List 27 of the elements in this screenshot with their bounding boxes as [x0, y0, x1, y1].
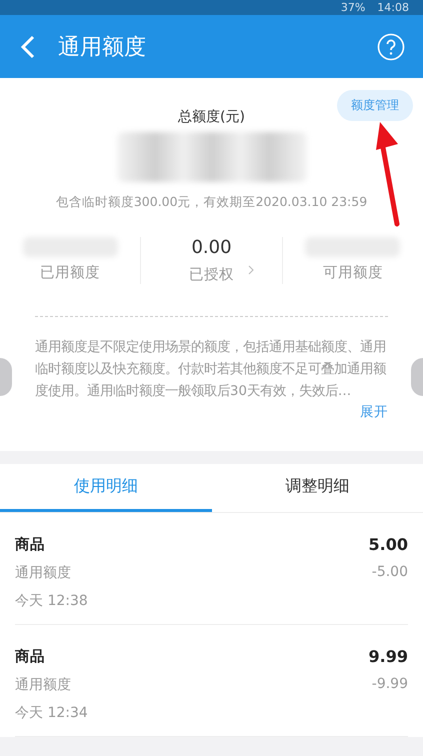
stat-value: 0.00 — [191, 237, 232, 259]
record-amount: 9.99 — [368, 647, 408, 666]
record-time: 今天 12:38 — [15, 592, 89, 610]
record-change: -5.00 — [370, 564, 408, 582]
record-change: -9.99 — [370, 676, 408, 694]
total-label: 总额度(元) — [178, 108, 245, 126]
chevron-icon[interactable] — [248, 265, 254, 275]
record-name: 商品 — [15, 648, 46, 666]
edge-handle — [411, 358, 423, 396]
record-time: 今天 12:34 — [15, 704, 89, 722]
stat-label: 已授权 — [188, 266, 234, 284]
back-icon[interactable] — [20, 34, 36, 58]
battery-level: 37% — [340, 0, 366, 14]
record-amount: 5.00 — [368, 535, 408, 554]
expand-link[interactable]: 展开 — [360, 403, 388, 421]
help-icon[interactable] — [377, 32, 405, 60]
record-category: 通用额度 — [15, 676, 72, 694]
record-name: 商品 — [15, 536, 46, 554]
edge-handle — [0, 358, 12, 396]
quota-management-button[interactable]: 额度管理 — [337, 90, 413, 121]
temporary-quota-note: 包含临时额度300.00元，有效期至2020.03.10 23:59 — [56, 194, 368, 211]
page-title: 通用额度 — [58, 34, 147, 62]
stat-label: 可用额度 — [322, 264, 383, 282]
record-category: 通用额度 — [15, 564, 72, 582]
stat-label: 已用额度 — [40, 264, 100, 282]
description-text: 通用额度是不限定使用场景的额度，包括通用基础额度、通用临时额度以及快充额度。付款时若其他额度不足可叠加通用额度使用。通用临时额度一般领取后30天有效，失效后… — [35, 338, 387, 401]
clock: 14:08 — [377, 0, 409, 14]
